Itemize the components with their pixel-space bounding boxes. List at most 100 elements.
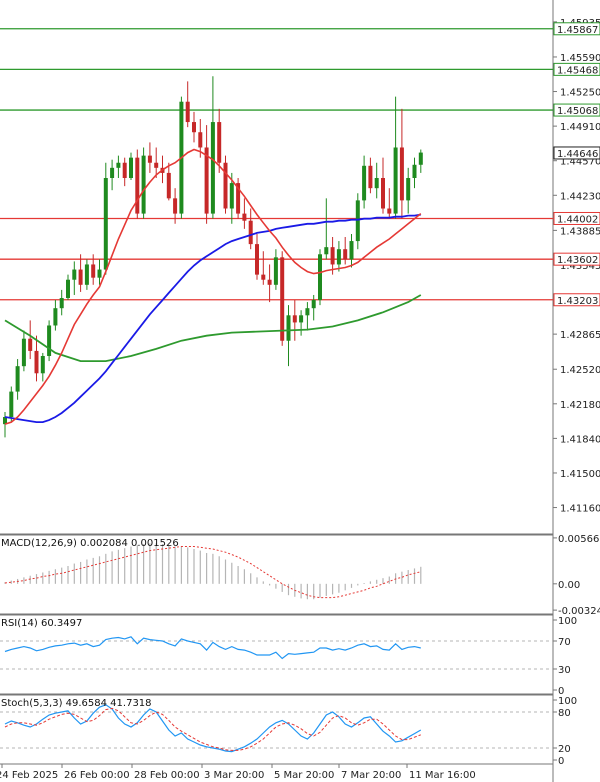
support-level-value: 1.43203 <box>557 296 598 307</box>
price-tick-label: 1.42520 <box>560 365 600 376</box>
candle-bearish <box>173 198 178 214</box>
stochastic-signal-line <box>4 707 421 751</box>
price-tick-label: 1.43885 <box>560 226 600 237</box>
candle-bullish <box>21 338 26 367</box>
rsi-tick-label: 100 <box>558 616 577 627</box>
price-tick-label: 1.41160 <box>560 504 600 515</box>
candle-bullish <box>141 155 146 214</box>
time-tick-label: 3 Mar 20:00 <box>204 770 264 781</box>
stochastic-tick-label: 100 <box>558 696 577 707</box>
rsi-panel <box>0 636 553 670</box>
candle-bullish <box>97 269 102 278</box>
support-level-value: 1.44002 <box>557 214 598 225</box>
rsi-label: RSI(14) 60.3497 <box>1 618 82 629</box>
candle-bearish <box>368 165 373 189</box>
candle-bearish <box>198 132 203 148</box>
price-tick-label: 1.41840 <box>560 434 600 445</box>
price-tick-label: 1.44230 <box>560 191 600 202</box>
stochastic-tick-label: 80 <box>558 708 571 719</box>
candle-bullish <box>311 300 316 309</box>
candle-bullish <box>210 122 215 214</box>
candle-bearish <box>223 162 228 209</box>
candle-bearish <box>34 350 39 374</box>
candle-bullish <box>110 167 115 178</box>
candle-bullish <box>374 178 379 189</box>
candle-bullish <box>324 247 329 255</box>
stochastic-tick-label: 20 <box>558 744 571 755</box>
candle-bullish <box>15 366 20 392</box>
resistance-level-value: 1.45867 <box>557 25 598 36</box>
candle-bearish <box>91 264 96 278</box>
candle-bullish <box>9 391 14 418</box>
resistance-level-value: 1.45068 <box>557 106 598 117</box>
stochastic-label: Stoch(5,3,3) 49.6584 41.7318 <box>1 698 152 709</box>
trading-chart: 1.459351.455901.452501.449101.445701.442… <box>0 0 600 782</box>
rsi-line <box>4 636 421 660</box>
price-panel <box>0 28 553 438</box>
candle-bearish <box>78 269 83 285</box>
candle-bearish <box>387 208 392 214</box>
candle-bearish <box>185 101 190 123</box>
stochastic-tick-label: 0 <box>558 756 564 767</box>
candle-bearish <box>330 247 335 265</box>
candle-bullish <box>305 308 310 316</box>
candle-bullish <box>40 356 45 374</box>
candle-bullish <box>362 165 367 201</box>
candle-bullish <box>355 200 360 242</box>
candle-bearish <box>343 249 348 260</box>
axes: 1.459351.455901.452501.449101.445701.442… <box>0 18 600 781</box>
candle-bullish <box>53 308 58 326</box>
price-tick-label: 1.42180 <box>560 400 600 411</box>
candle-bullish <box>393 147 398 214</box>
candle-bearish <box>28 338 33 351</box>
candle-bearish <box>248 220 253 245</box>
candle-bullish <box>116 162 121 168</box>
candle-bullish <box>286 315 291 341</box>
macd-label: MACD(12,26,9) 0.002084 0.001526 <box>1 538 179 549</box>
candle-bullish <box>349 241 354 260</box>
candle-bullish <box>59 298 64 309</box>
macd-panel <box>4 543 422 600</box>
price-tick-label: 1.45250 <box>560 88 600 99</box>
candle-bearish <box>280 257 285 341</box>
time-tick-label: 24 Feb 2025 <box>0 770 58 781</box>
candle-bearish <box>217 122 222 163</box>
time-tick-label: 5 Mar 20:00 <box>274 770 334 781</box>
candle-bullish <box>318 254 322 301</box>
macd-tick-label: 0.00 <box>558 580 580 591</box>
candle-bearish <box>261 274 266 280</box>
time-tick-label: 28 Feb 00:00 <box>134 770 200 781</box>
candle-bullish <box>418 152 423 165</box>
resistance-level-value: 1.45468 <box>557 65 598 76</box>
price-tick-label: 1.44910 <box>560 122 600 133</box>
current-price-value: 1.44646 <box>557 149 598 160</box>
candle-bearish <box>292 315 297 323</box>
price-tick-label: 1.41500 <box>560 469 600 480</box>
candle-bullish <box>129 157 133 178</box>
macd-tick-label: 0.005665 <box>558 534 600 545</box>
price-tick-label: 1.42865 <box>560 330 600 341</box>
candle-bearish <box>242 213 247 221</box>
moving-average-mid <box>4 213 421 424</box>
candle-bullish <box>406 178 411 201</box>
candle-bearish <box>166 172 171 199</box>
price-tick-label: 1.45590 <box>560 53 600 64</box>
candle-bearish <box>122 162 127 178</box>
candle-bullish <box>299 315 304 323</box>
candle-bullish <box>72 269 77 280</box>
stochastic-panel <box>0 704 553 753</box>
candle-bullish <box>273 257 278 285</box>
candle-bullish <box>84 264 89 285</box>
candle-bearish <box>154 162 159 168</box>
rsi-tick-label: 70 <box>558 637 571 648</box>
candle-bearish <box>192 122 196 133</box>
candle-bearish <box>267 279 272 285</box>
support-level-value: 1.43602 <box>557 255 598 266</box>
candle-bearish <box>399 147 404 201</box>
candle-bullish <box>103 178 108 270</box>
candle-bearish <box>255 244 259 275</box>
time-tick-label: 11 Mar 16:00 <box>409 770 476 781</box>
candle-bullish <box>229 183 234 209</box>
time-tick-label: 26 Feb 00:00 <box>64 770 130 781</box>
candle-bullish <box>412 164 417 178</box>
